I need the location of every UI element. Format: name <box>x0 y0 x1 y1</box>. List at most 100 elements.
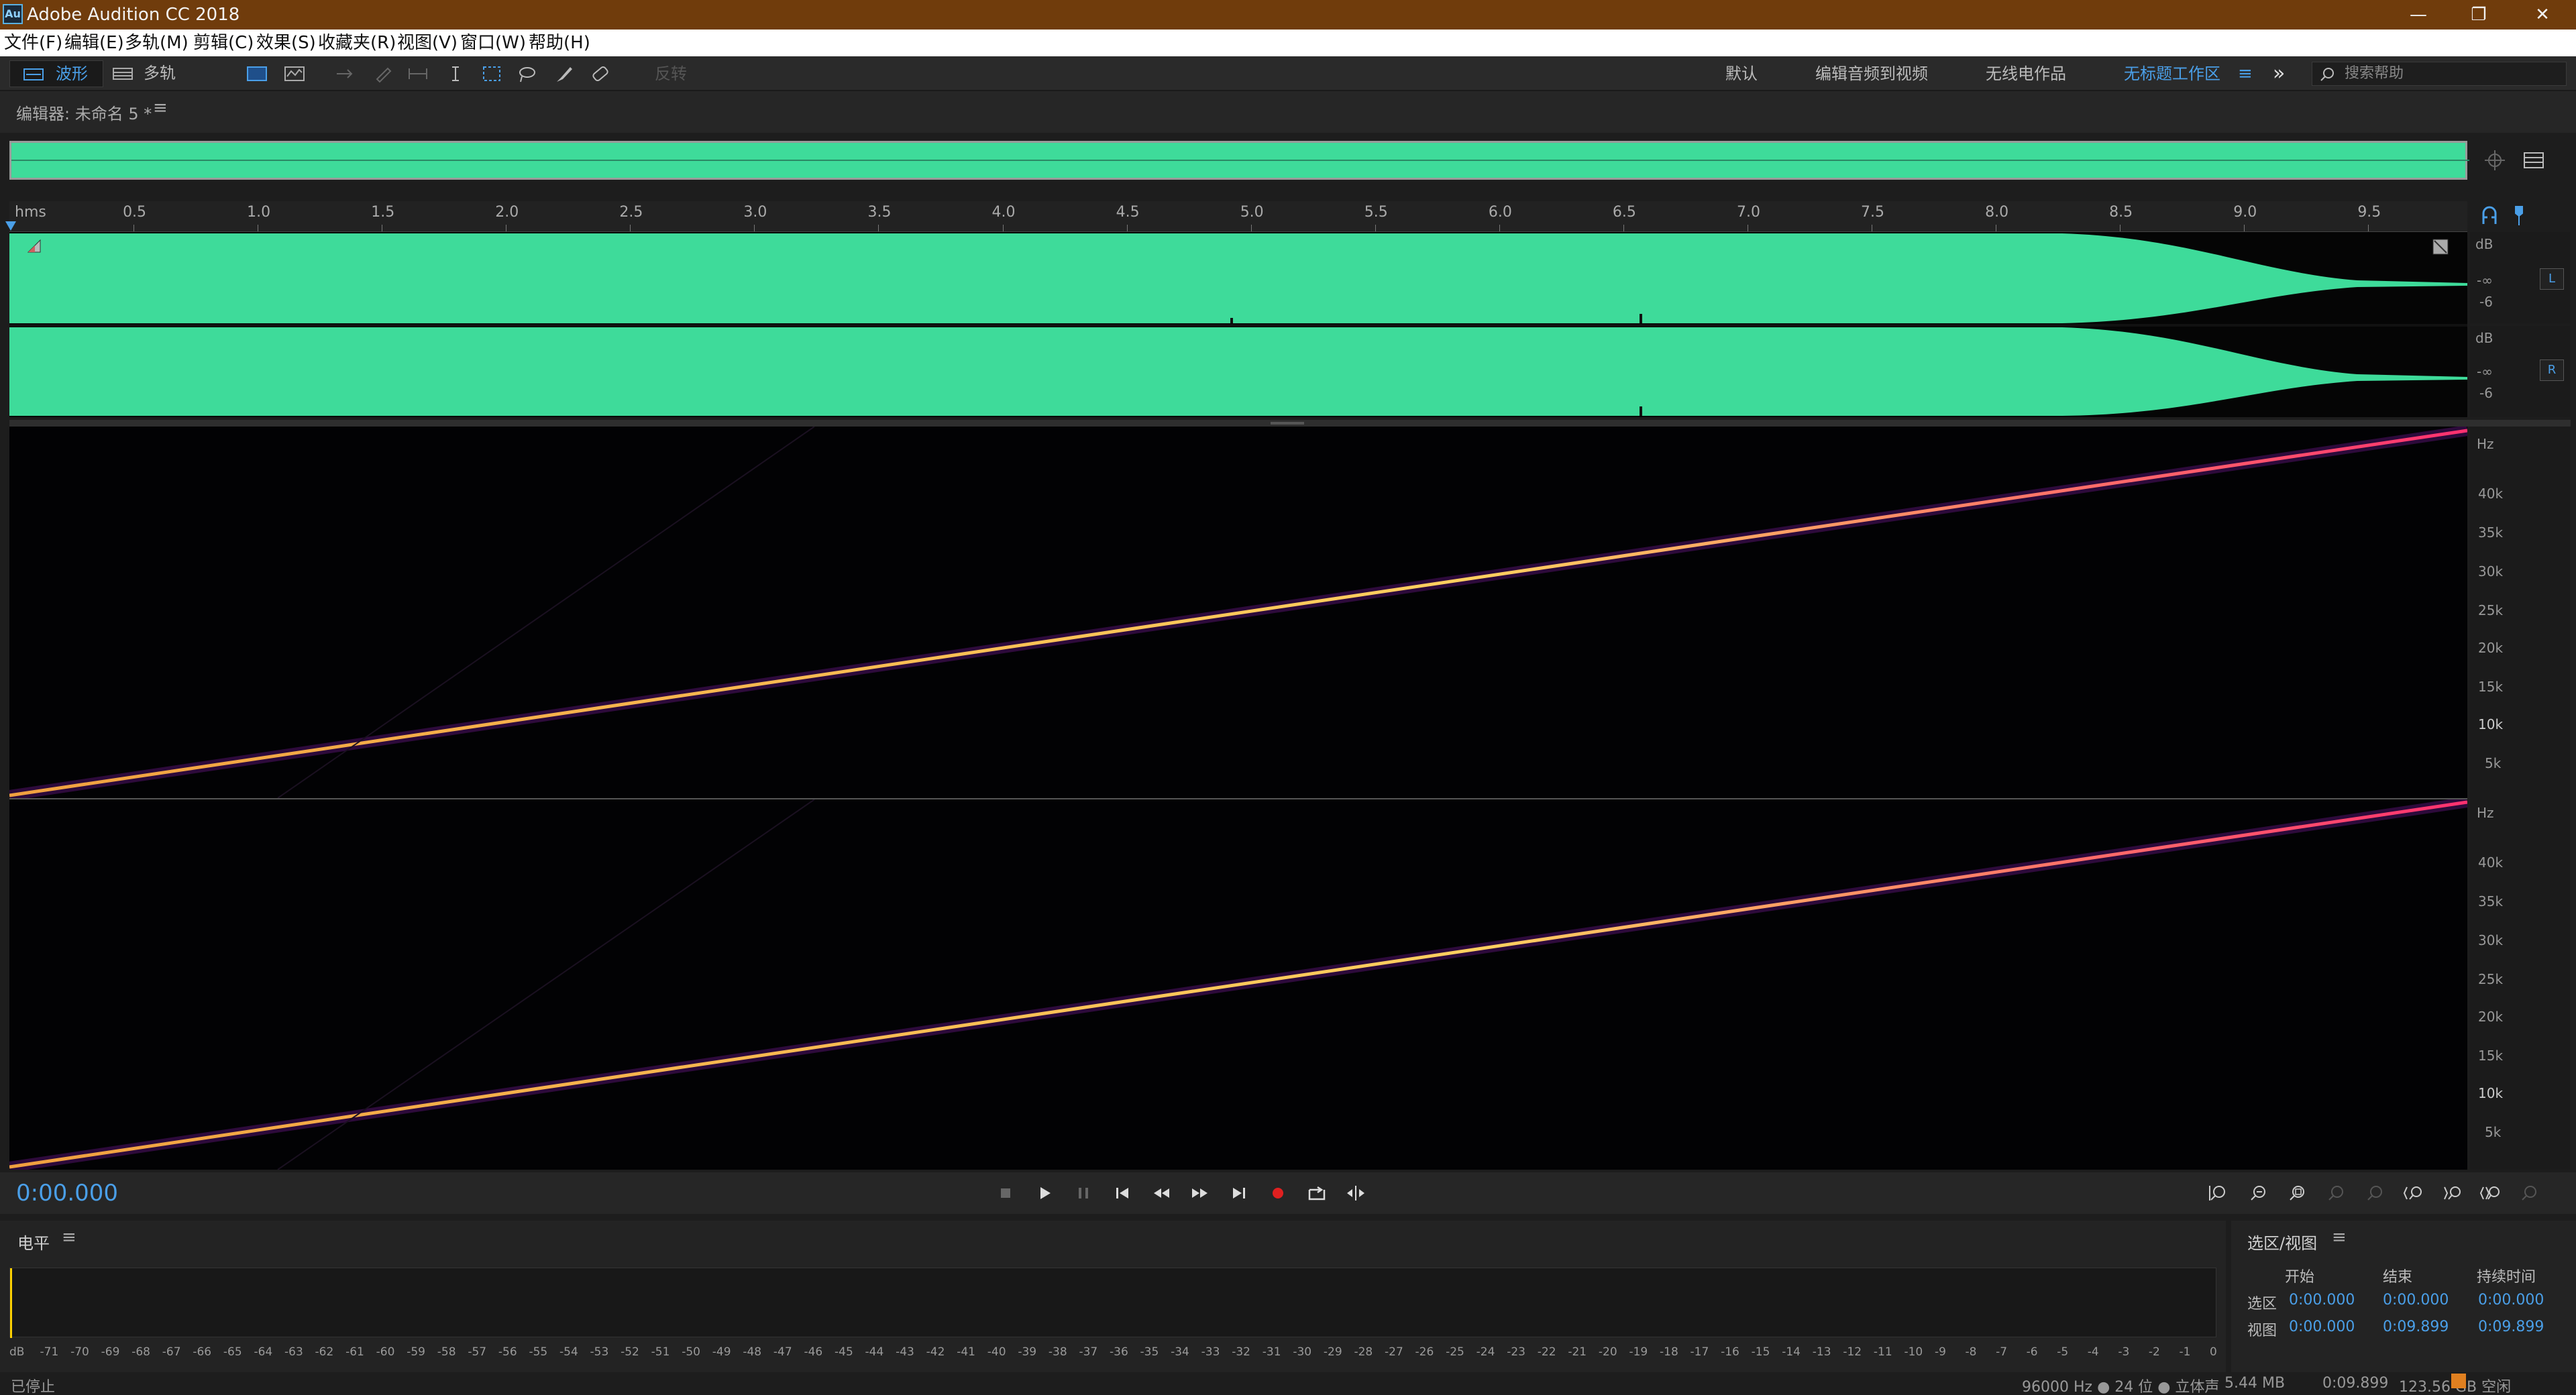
workspace-overflow-icon[interactable]: » <box>2273 56 2285 91</box>
minimize-icon[interactable]: — <box>2388 0 2449 30</box>
zoom-out-amplitude-icon[interactable] <box>2247 1182 2270 1205</box>
slip-tool-icon[interactable] <box>408 64 428 83</box>
view-start-value[interactable]: 0:00.000 <box>2289 1319 2355 1335</box>
zoom-out-full-disabled-icon[interactable] <box>2518 1182 2541 1205</box>
menu-multitrack[interactable]: 多轨(M) <box>125 30 189 56</box>
zoom-in-left-icon[interactable] <box>2403 1182 2426 1205</box>
close-icon[interactable]: ✕ <box>2512 0 2573 30</box>
paintbrush-selection-tool-icon[interactable] <box>554 64 574 83</box>
go-start-icon[interactable] <box>1111 1182 1134 1205</box>
search-help-field[interactable]: 搜索帮助 <box>2312 62 2567 86</box>
pause-icon[interactable] <box>1072 1182 1095 1205</box>
zoom-in-amplitude-icon[interactable] <box>2207 1182 2230 1205</box>
left-channel-toggle[interactable]: L <box>2540 268 2564 290</box>
workspace-radio-production[interactable]: 无线电作品 <box>1986 56 2066 91</box>
right-channel-toggle[interactable]: R <box>2540 359 2564 381</box>
menu-edit[interactable]: 编辑(E) <box>64 30 124 56</box>
ruler-tick-mark <box>2244 225 2245 231</box>
zoom-lock-icon[interactable] <box>2483 149 2506 172</box>
meter-scale-label: -28 <box>1354 1345 1373 1359</box>
hz-unit-label: Hz <box>2477 436 2494 452</box>
reverse-button[interactable]: 反转 <box>655 56 687 91</box>
selection-panel-menu-icon[interactable]: ≡ <box>2332 1227 2347 1247</box>
marker-pin-icon[interactable] <box>2509 204 2529 227</box>
selection-end-value[interactable]: 0:00.000 <box>2383 1292 2449 1308</box>
meter-scale-label: dB <box>9 1345 25 1359</box>
stop-icon[interactable] <box>994 1182 1017 1205</box>
hz-label-25k: 25k <box>2478 602 2504 618</box>
zoom-reset-icon[interactable] <box>2286 1182 2309 1205</box>
fade-out-handle-icon[interactable] <box>2432 239 2449 255</box>
notification-icon[interactable] <box>2451 1374 2466 1388</box>
ruler-unit: hms <box>15 204 46 221</box>
spot-healing-brush-icon[interactable] <box>590 64 610 83</box>
selection-duration-value[interactable]: 0:00.000 <box>2478 1292 2544 1308</box>
restore-icon[interactable]: ❐ <box>2449 0 2509 30</box>
skip-selection-icon[interactable] <box>1344 1182 1367 1205</box>
playhead-marker[interactable] <box>5 221 16 231</box>
meter-scale-label: -4 <box>2087 1345 2099 1359</box>
hz-label-30k: 30k <box>2478 563 2504 579</box>
go-end-icon[interactable] <box>1228 1182 1250 1205</box>
view-duration-value[interactable]: 0:09.899 <box>2478 1319 2544 1335</box>
workspace-default[interactable]: 默认 <box>1725 56 1758 91</box>
waveform-overview[interactable] <box>9 141 2469 180</box>
menu-window[interactable]: 窗口(W) <box>460 30 526 56</box>
snap-icon[interactable] <box>2478 204 2501 227</box>
workspace-edit-audio-to-video[interactable]: 编辑音频到视频 <box>1815 56 1928 91</box>
editor-panel-menu-icon[interactable]: ≡ <box>153 98 168 118</box>
rewind-icon[interactable] <box>1150 1182 1173 1205</box>
waveform-display[interactable] <box>9 232 2467 417</box>
record-icon[interactable] <box>1267 1182 1289 1205</box>
hz-label-35k: 35k <box>2478 893 2504 909</box>
track-display-icon[interactable] <box>2522 149 2545 172</box>
selection-start-value[interactable]: 0:00.000 <box>2289 1292 2355 1308</box>
play-icon[interactable] <box>1033 1182 1056 1205</box>
menu-help[interactable]: 帮助(H) <box>529 30 590 56</box>
ruler-tick-mark <box>630 225 631 231</box>
lasso-selection-tool-icon[interactable] <box>517 64 537 83</box>
waveform-svg <box>9 233 2467 416</box>
time-selection-tool-icon[interactable] <box>445 64 466 83</box>
spectral-divider-handle[interactable] <box>9 420 2571 427</box>
current-time-display[interactable]: 0:00.000 <box>16 1178 118 1209</box>
timeline-ruler[interactable]: hms 0.5 1.0 1.5 2.0 2.5 3.0 3.5 4.0 4.5 5.0 5.5 6.0… <box>5 201 2467 232</box>
fade-in-handle-icon[interactable] <box>27 239 42 254</box>
zoom-selection-disabled-icon[interactable] <box>2364 1182 2387 1205</box>
menu-file[interactable]: 文件(F) <box>4 30 62 56</box>
meter-scale-label: -42 <box>926 1345 945 1359</box>
move-tool-icon[interactable] <box>334 64 354 83</box>
ruler-tick-label: 4.0 <box>991 204 1016 221</box>
multitrack-view-button[interactable]: 多轨 <box>107 60 188 87</box>
zoom-in-right-icon[interactable] <box>2442 1182 2465 1205</box>
menu-favorites[interactable]: 收藏夹(R) <box>318 30 396 56</box>
workspace-menu-icon[interactable]: ≡ <box>2238 56 2253 91</box>
zoom-full-icon[interactable] <box>2479 1182 2502 1205</box>
meter-scale-label: -25 <box>1446 1345 1464 1359</box>
menu-clip[interactable]: 剪辑(C) <box>193 30 254 56</box>
view-end-value[interactable]: 0:09.899 <box>2383 1319 2449 1335</box>
spectral-frequency-display-icon[interactable] <box>247 64 267 83</box>
zoom-in-time-disabled-icon[interactable] <box>2325 1182 2348 1205</box>
menu-effects[interactable]: 效果(S) <box>256 30 316 56</box>
meter-scale-label: -45 <box>835 1345 853 1359</box>
meter-scale-label: -29 <box>1323 1345 1342 1359</box>
razor-tool-icon[interactable] <box>373 64 393 83</box>
loop-icon[interactable] <box>1305 1182 1328 1205</box>
level-panel-menu-icon[interactable]: ≡ <box>62 1227 76 1247</box>
meter-scale-label: -71 <box>40 1345 59 1359</box>
spectral-display-right[interactable] <box>8 797 2469 1172</box>
meter-scale-label: -16 <box>1721 1345 1739 1359</box>
fast-forward-icon[interactable] <box>1189 1182 1212 1205</box>
menu-view[interactable]: 视图(V) <box>397 30 458 56</box>
spectral-pitch-display-icon[interactable] <box>284 64 305 83</box>
meter-scale-label: -53 <box>590 1345 609 1359</box>
spectral-display-left[interactable] <box>8 425 2469 801</box>
waveform-view-button[interactable]: 波形 <box>9 60 103 87</box>
ruler-tick-label: 8.5 <box>2109 204 2133 221</box>
marquee-selection-tool-icon[interactable] <box>482 64 502 83</box>
workspace-untitled[interactable]: 无标题工作区 <box>2124 56 2220 91</box>
meter-scale-label: -10 <box>1904 1345 1923 1359</box>
meter-scale-label: -6 <box>2026 1345 2038 1359</box>
meter-scale-label: -22 <box>1537 1345 1556 1359</box>
